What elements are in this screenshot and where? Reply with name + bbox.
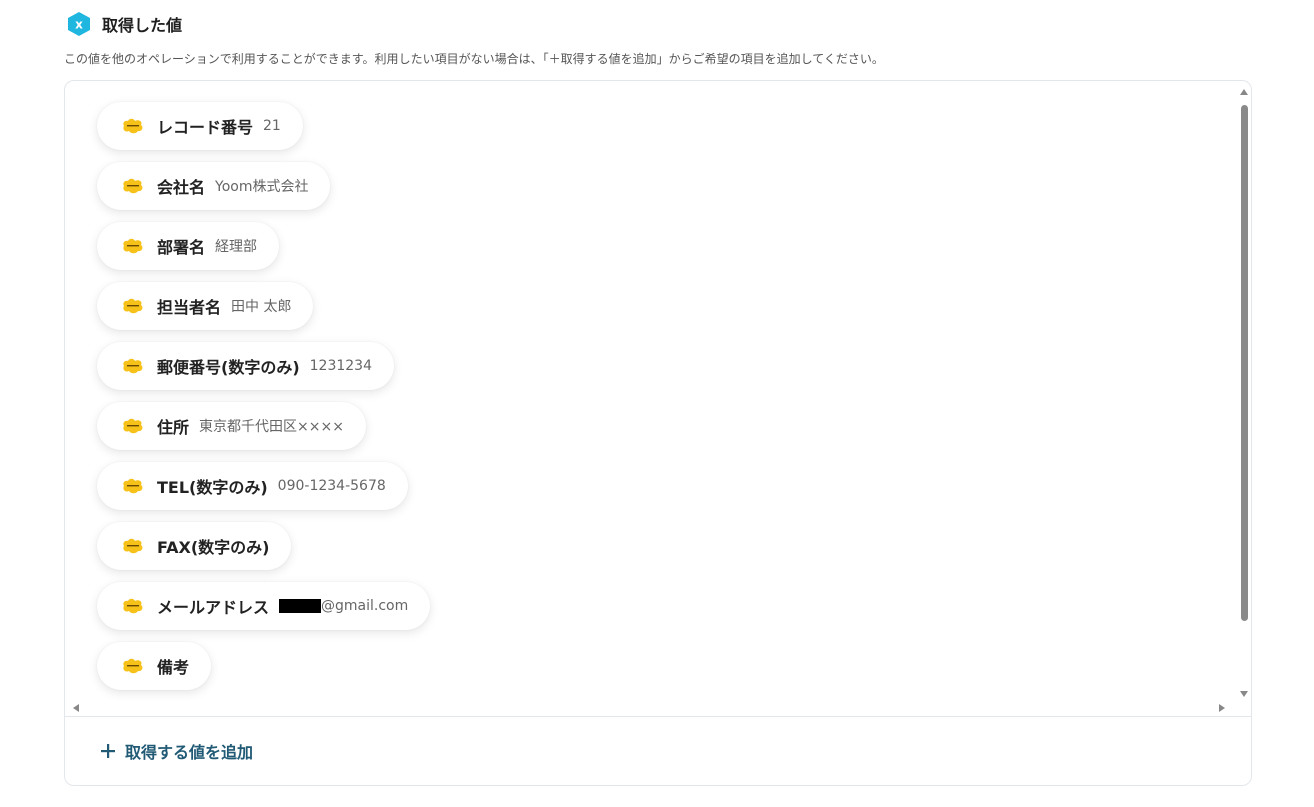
field-chip-email[interactable]: メールアドレス @gmail.com	[97, 582, 431, 630]
kintone-icon	[123, 538, 143, 554]
field-chip-record-number[interactable]: レコード番号 21	[97, 102, 303, 150]
field-chip-contact-person[interactable]: 担当者名 田中 太郎	[97, 282, 314, 330]
scroll-up-icon[interactable]	[1240, 89, 1248, 95]
kintone-icon	[123, 478, 143, 494]
field-value: 経理部	[215, 239, 258, 255]
field-chip-notes[interactable]: 備考	[97, 642, 212, 690]
add-field-label: 取得する値を追加	[125, 743, 254, 762]
horizontal-scrollbar[interactable]	[65, 701, 1237, 715]
field-label: 担当者名	[157, 298, 222, 317]
kintone-icon	[123, 358, 143, 374]
field-chip-fax[interactable]: FAX(数字のみ)	[97, 522, 292, 570]
kintone-icon	[123, 238, 143, 254]
kintone-icon	[123, 118, 143, 134]
field-label: 住所	[157, 418, 190, 437]
section-title: 取得した値	[102, 16, 183, 35]
field-label: 備考	[157, 658, 190, 677]
field-value: 1231234	[309, 358, 372, 374]
field-value: 田中 太郎	[231, 299, 292, 315]
field-value: 21	[263, 118, 281, 134]
field-label: 部署名	[157, 238, 206, 257]
field-label: 郵便番号(数字のみ)	[157, 358, 300, 377]
vertical-scroll-thumb[interactable]	[1241, 105, 1248, 621]
section-header: x 取得した値	[66, 11, 182, 37]
redaction-block	[279, 599, 322, 613]
svg-text:x: x	[75, 18, 83, 32]
field-value: 東京都千代田区××××	[199, 419, 344, 435]
plus-icon	[101, 744, 115, 758]
field-list: レコード番号 21 会社名 Yoom株式会社 部署名 経理部 担当者名 田中 太…	[65, 81, 1237, 701]
scroll-left-icon[interactable]	[73, 704, 79, 712]
scroll-down-icon[interactable]	[1240, 691, 1248, 697]
kintone-icon	[123, 178, 143, 194]
field-label: 会社名	[157, 178, 206, 197]
field-value: 090-1234-5678	[277, 478, 386, 494]
kintone-icon	[123, 418, 143, 434]
field-chip-tel[interactable]: TEL(数字のみ) 090-1234-5678	[97, 462, 408, 510]
field-value: @gmail.com	[321, 598, 409, 614]
panel-divider	[65, 716, 1251, 717]
field-label: FAX(数字のみ)	[157, 538, 270, 557]
add-field-button[interactable]: 取得する値を追加	[99, 738, 253, 764]
field-label: メールアドレス	[157, 598, 270, 617]
field-chip-address[interactable]: 住所 東京都千代田区××××	[97, 402, 366, 450]
section-description: この値を他のオペレーションで利用することができます。利用したい項目がない場合は、…	[64, 52, 884, 66]
vertical-scrollbar[interactable]	[1237, 85, 1251, 697]
field-label: TEL(数字のみ)	[157, 478, 268, 497]
kintone-icon	[123, 658, 143, 674]
fields-panel: レコード番号 21 会社名 Yoom株式会社 部署名 経理部 担当者名 田中 太…	[64, 80, 1252, 786]
scroll-right-icon[interactable]	[1219, 704, 1225, 712]
variable-x-icon: x	[68, 12, 90, 36]
kintone-icon	[123, 598, 143, 614]
kintone-icon	[123, 298, 143, 314]
field-value: Yoom株式会社	[215, 179, 309, 195]
field-label: レコード番号	[157, 118, 254, 137]
field-chip-department[interactable]: 部署名 経理部	[97, 222, 280, 270]
field-chip-company-name[interactable]: 会社名 Yoom株式会社	[97, 162, 331, 210]
field-chip-postal-code[interactable]: 郵便番号(数字のみ) 1231234	[97, 342, 394, 390]
